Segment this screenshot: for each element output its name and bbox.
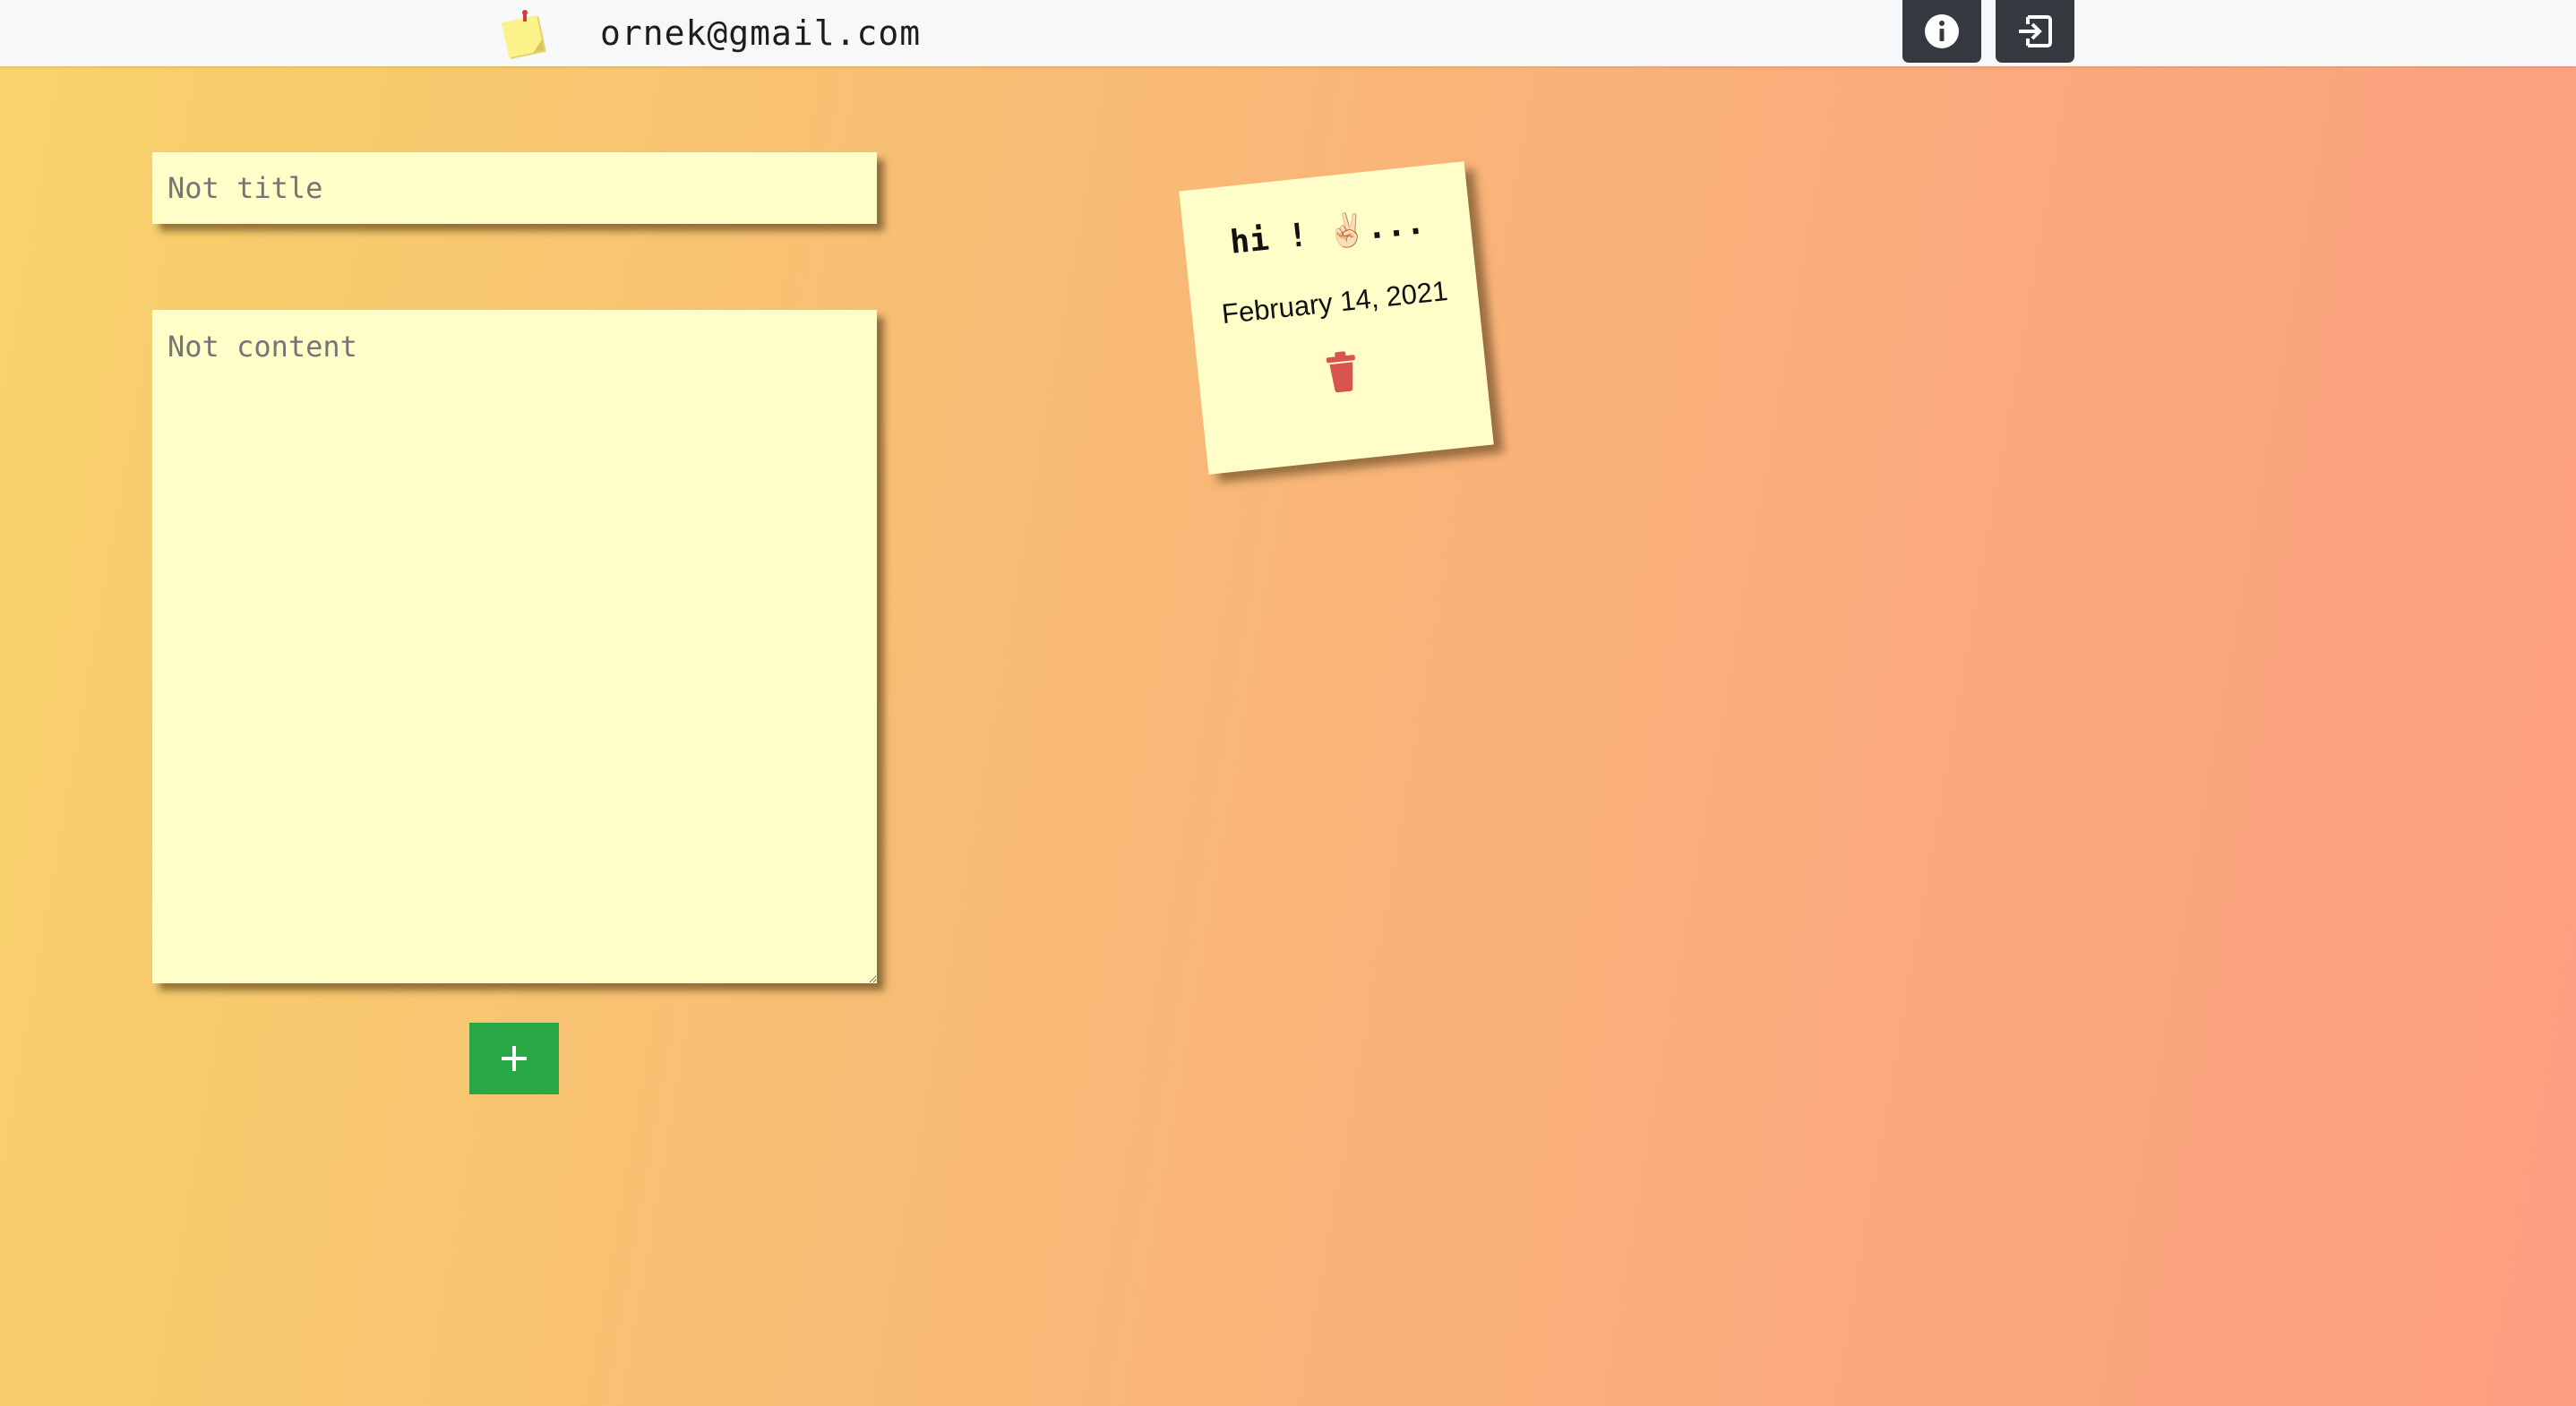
info-button[interactable] bbox=[1902, 0, 1981, 63]
info-circle-icon bbox=[1925, 14, 1959, 48]
note-title-input[interactable] bbox=[152, 152, 877, 224]
top-navbar: ornek@gmail.com bbox=[0, 0, 2576, 66]
sign-out-icon bbox=[2019, 15, 2052, 47]
sticky-note-icon bbox=[501, 10, 546, 59]
user-email: ornek@gmail.com bbox=[600, 13, 922, 53]
note-title: hi ! ✌🏻... bbox=[1228, 204, 1427, 261]
trash-icon[interactable] bbox=[1322, 347, 1362, 394]
plus-icon bbox=[502, 1046, 527, 1071]
note-card: hi ! ✌🏻... February 14, 2021 bbox=[1179, 161, 1494, 475]
note-content-input[interactable] bbox=[152, 310, 877, 983]
note-date: February 14, 2021 bbox=[1220, 274, 1449, 330]
add-note-button[interactable] bbox=[469, 1023, 559, 1094]
logout-button[interactable] bbox=[1996, 0, 2074, 63]
